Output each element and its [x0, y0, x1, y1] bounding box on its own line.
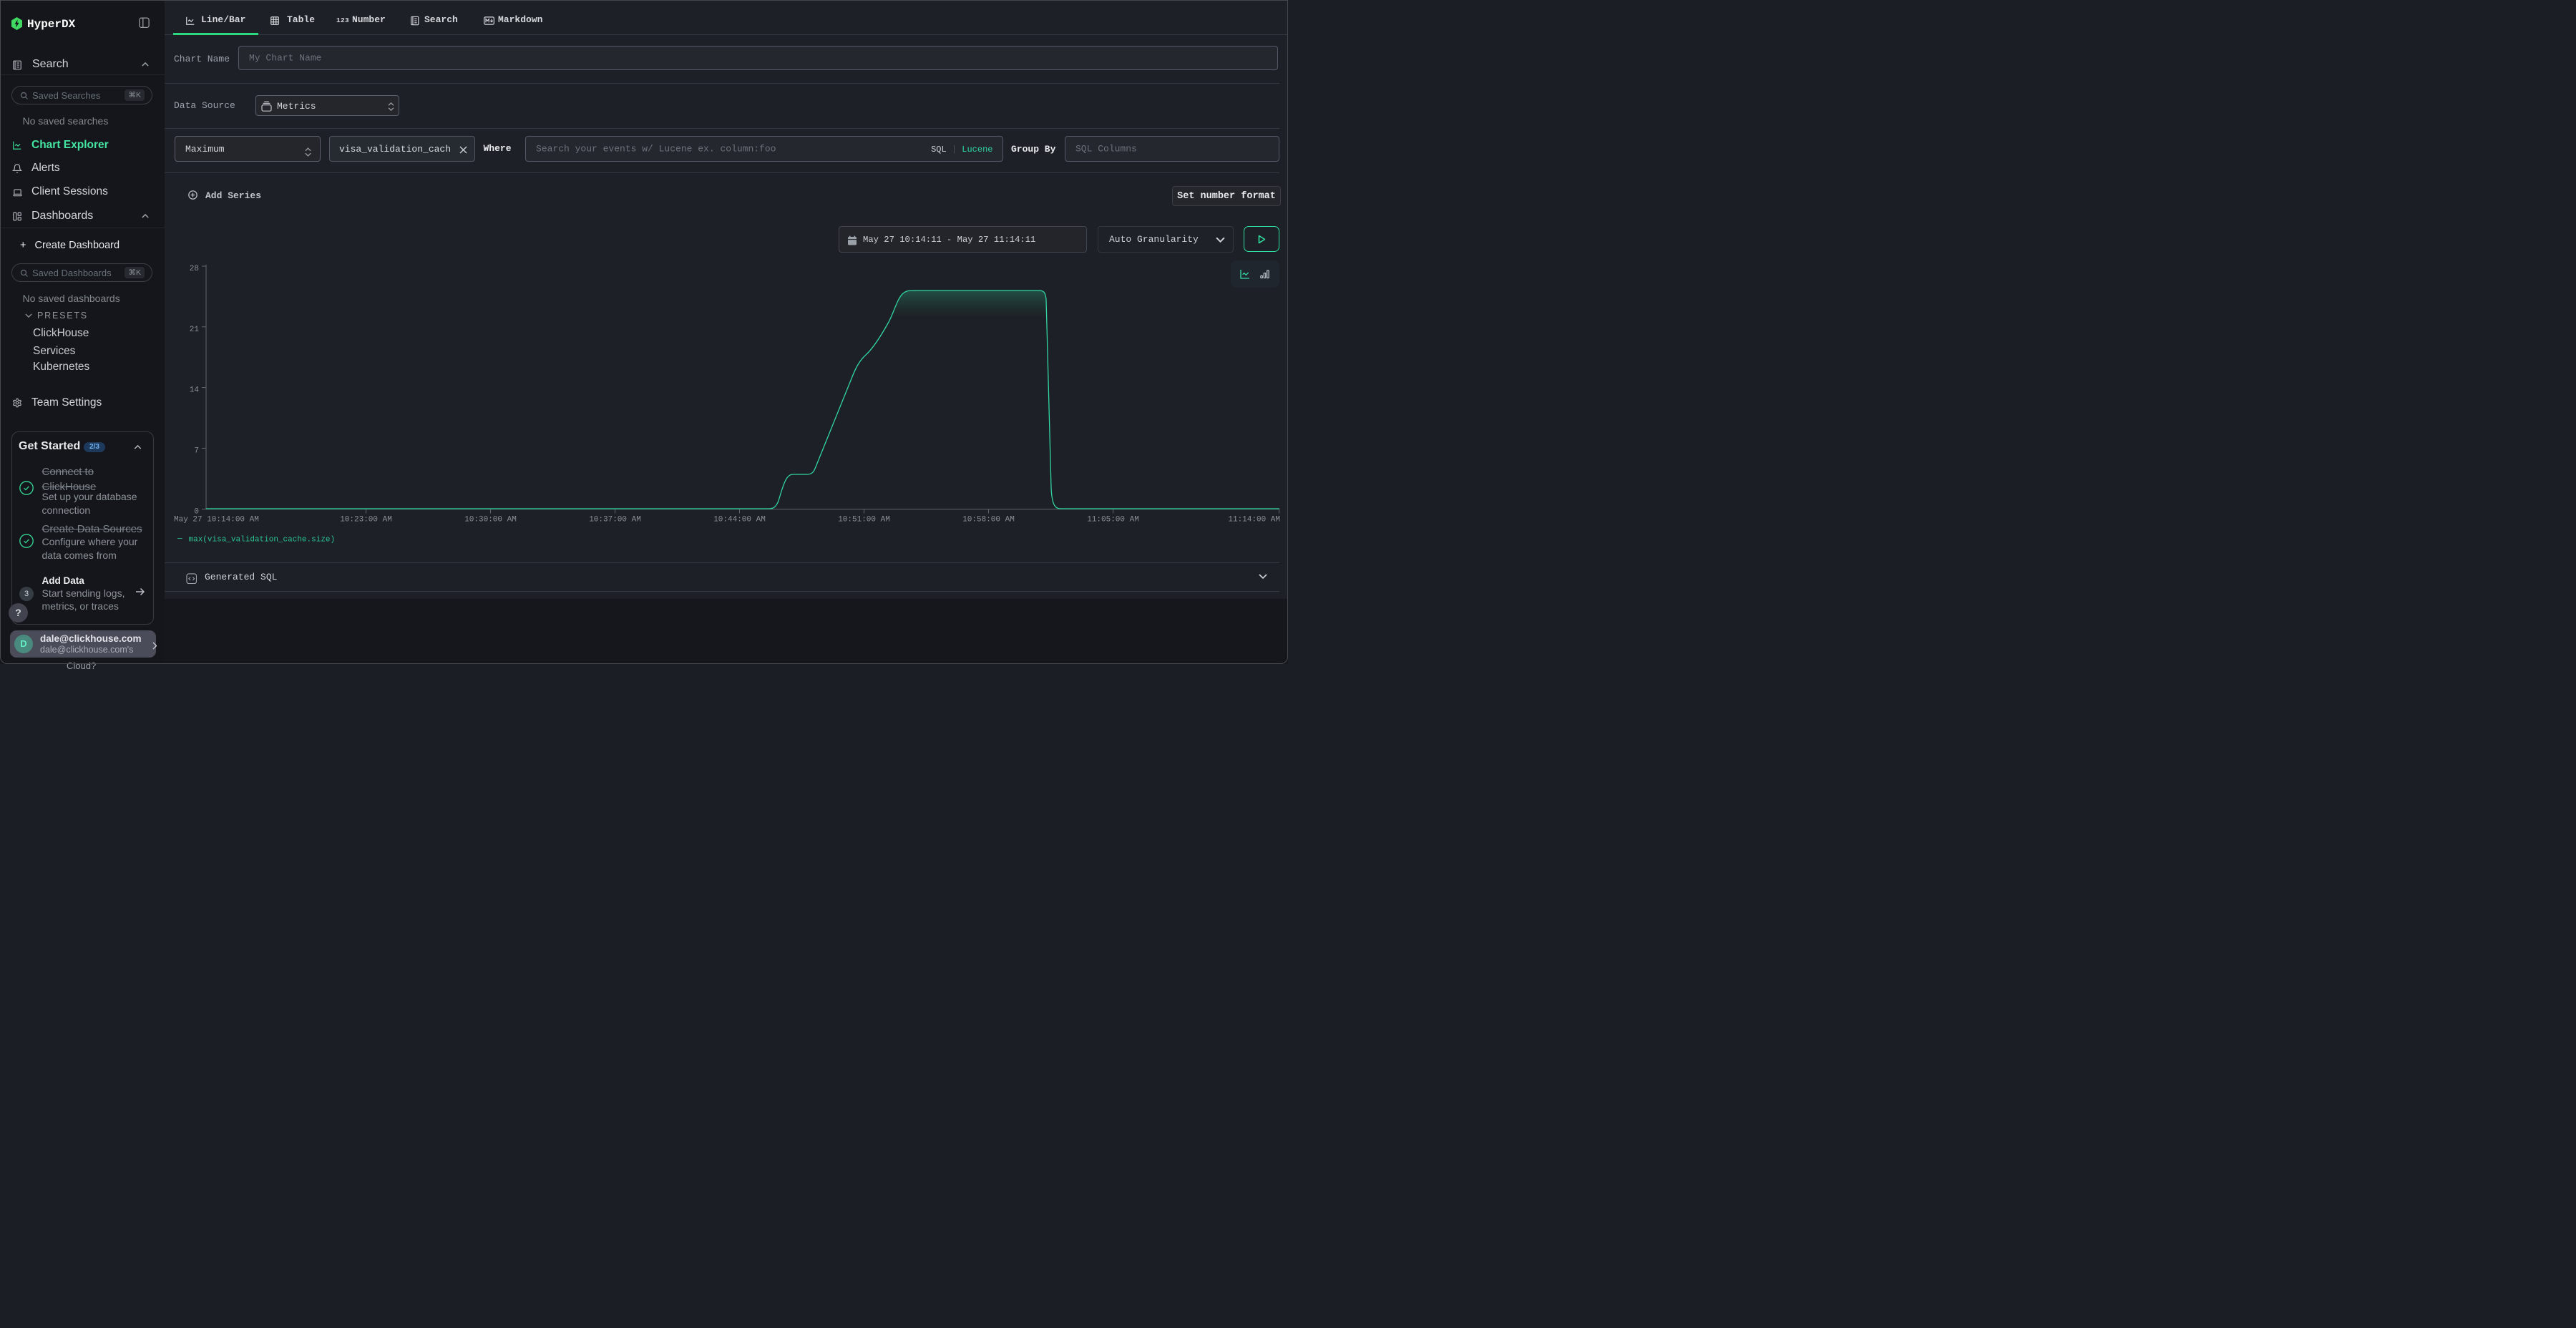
svg-text:May 27 10:14:00 AM: May 27 10:14:00 AM	[174, 516, 259, 524]
svg-text:10:23:00 AM: 10:23:00 AM	[340, 516, 392, 524]
svg-text:14: 14	[190, 386, 200, 395]
svg-text:10:51:00 AM: 10:51:00 AM	[838, 516, 890, 524]
svg-text:10:44:00 AM: 10:44:00 AM	[713, 516, 766, 524]
svg-text:7: 7	[194, 446, 199, 455]
svg-text:11:05:00 AM: 11:05:00 AM	[1087, 516, 1139, 524]
svg-text:max(visa_validation_cache.size: max(visa_validation_cache.size)	[189, 536, 336, 545]
svg-text:11:14:00 AM: 11:14:00 AM	[1228, 516, 1280, 524]
svg-text:10:37:00 AM: 10:37:00 AM	[589, 516, 641, 524]
svg-text:—: —	[177, 535, 182, 544]
svg-text:10:58:00 AM: 10:58:00 AM	[962, 516, 1015, 524]
svg-text:28: 28	[190, 265, 199, 273]
svg-text:10:30:00 AM: 10:30:00 AM	[464, 516, 517, 524]
svg-text:21: 21	[190, 326, 200, 334]
